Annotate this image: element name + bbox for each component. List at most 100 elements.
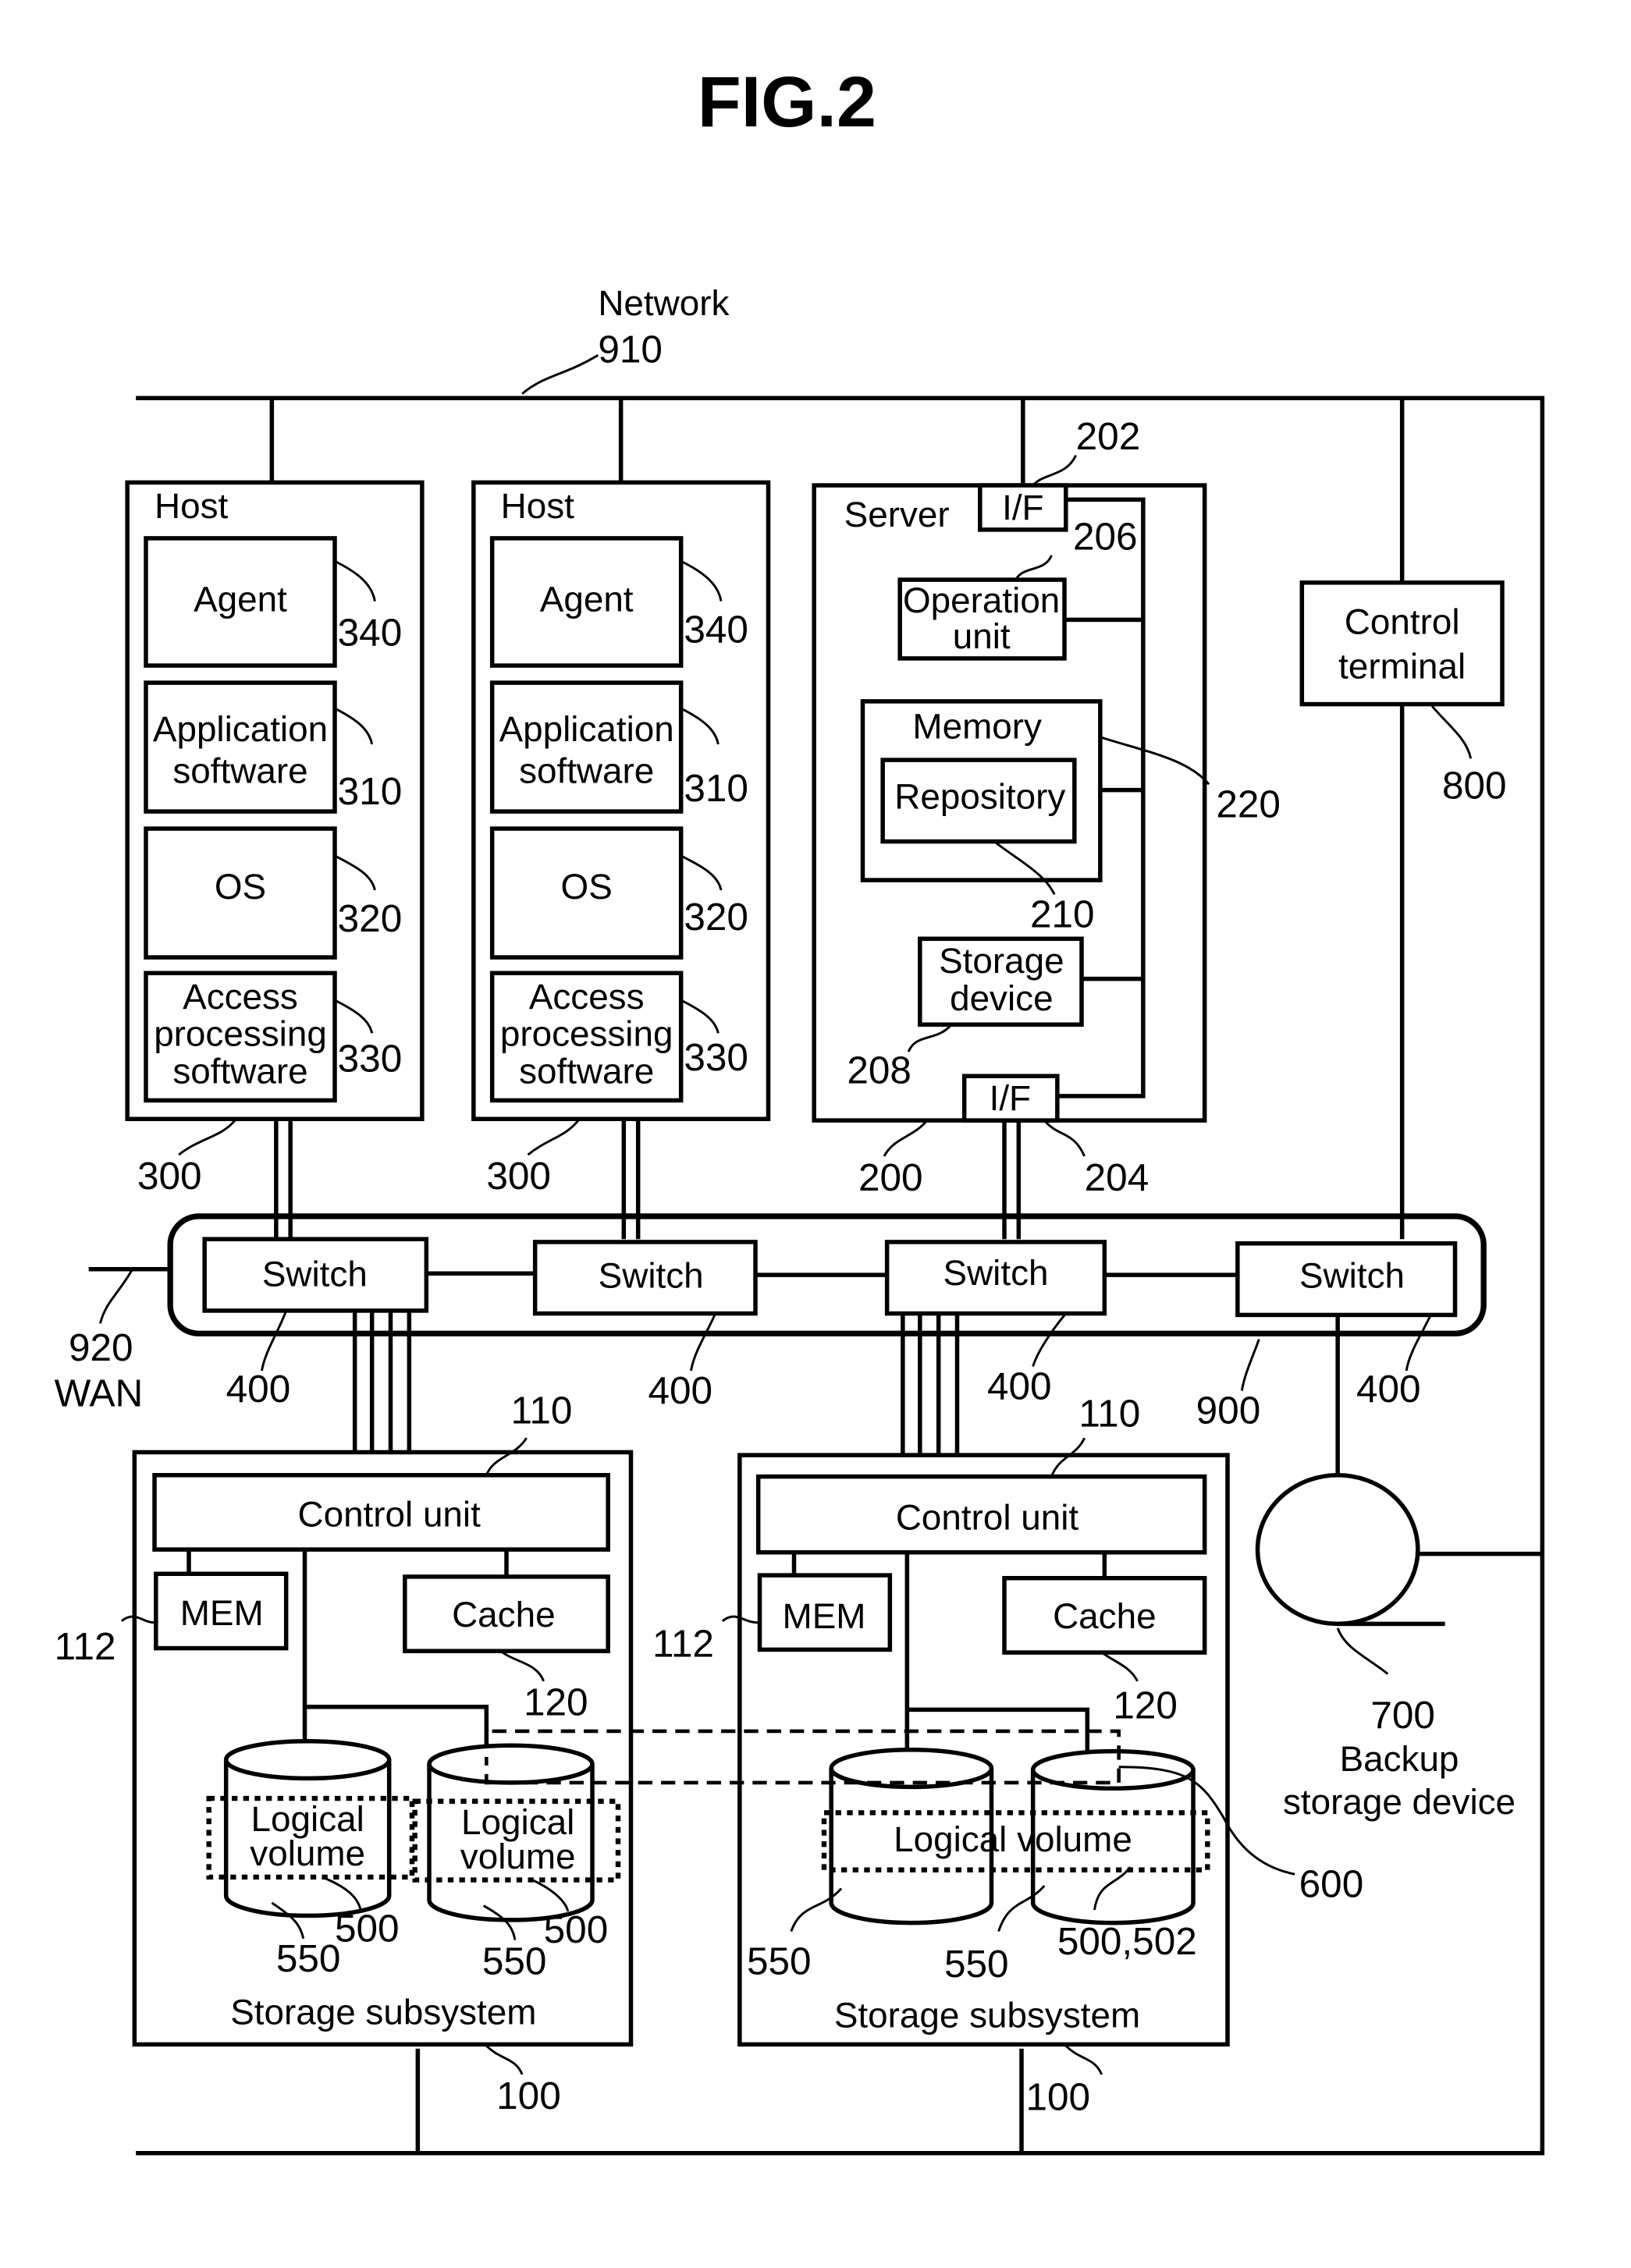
switch-label: Switch [262, 1255, 368, 1294]
host-label: Host [155, 486, 228, 526]
control-unit-label: Control unit [297, 1495, 481, 1535]
control-terminal-line2: terminal [1338, 647, 1466, 687]
access-label-line3: software [519, 1051, 654, 1091]
backup-storage-symbol[interactable] [1255, 1473, 1420, 1627]
ref-200: 200 [858, 1156, 923, 1199]
memory-label: Memory [912, 707, 1042, 747]
app-label-line1: Application [153, 709, 328, 749]
storage-device-line1: Storage [939, 941, 1064, 981]
agent-label: Agent [194, 579, 287, 619]
app-label-line2: software [172, 751, 307, 790]
storage-subsystem-2[interactable]: Control unit 110 MEM 112 Cache 120 Logic… [652, 1392, 1230, 2119]
leader-line [521, 353, 599, 395]
control-unit-label: Control unit [896, 1497, 1079, 1537]
ref-110: 110 [1078, 1392, 1140, 1435]
ref-800: 800 [1442, 765, 1507, 807]
switch-label: Switch [599, 1256, 704, 1296]
ref-550: 550 [276, 1937, 341, 1980]
switch-network-900: 920 WAN Switch Switch Switch Switch 400 … [55, 1213, 1487, 1432]
ref-206: 206 [1073, 516, 1138, 559]
host-1[interactable]: Host Agent Application software OS Acces… [125, 480, 425, 1198]
ref-920: 920 [69, 1326, 133, 1369]
storage-subsystem-label: Storage subsystem [834, 1995, 1140, 2035]
ref-204: 204 [1085, 1156, 1150, 1199]
control-terminal-800[interactable]: Control terminal 800 [1299, 580, 1507, 1240]
ref-112: 112 [55, 1625, 116, 1668]
ref-400: 400 [987, 1365, 1052, 1408]
wan-label: WAN [55, 1372, 144, 1415]
ref-500-502: 500,502 [1057, 1920, 1197, 1963]
access-label-line2: processing [500, 1014, 673, 1054]
if-top-label: I/F [1002, 488, 1043, 527]
storage-subsystem-label: Storage subsystem [230, 1993, 536, 2032]
ref-400: 400 [226, 1368, 291, 1411]
access-label-line3: software [172, 1051, 307, 1091]
ref-400: 400 [648, 1369, 713, 1412]
ref-330: 330 [684, 1036, 748, 1079]
ref-500: 500 [335, 1907, 400, 1950]
storage-device-line2: device [950, 978, 1053, 1018]
ref-340: 340 [338, 611, 403, 654]
logical-volume-label: Logical volume [894, 1819, 1132, 1859]
network-ref: 910 [598, 328, 663, 371]
backup-label-line1: Backup [1340, 1739, 1459, 1779]
server-200[interactable]: Server I/F 202 Operation unit 206 Memory… [812, 415, 1281, 1199]
switch-2[interactable]: Switch [532, 1240, 758, 1316]
ref-320: 320 [684, 896, 748, 939]
switch-1[interactable]: Switch [202, 1237, 429, 1313]
ref-310: 310 [338, 770, 403, 813]
ref-550: 550 [747, 1940, 812, 1983]
control-terminal-line1: Control [1345, 602, 1460, 642]
ref-330: 330 [338, 1038, 403, 1081]
os-label: OS [561, 867, 613, 907]
server-label: Server [844, 495, 950, 534]
ref-550: 550 [482, 1940, 547, 1983]
ref-100: 100 [1026, 2076, 1091, 2119]
logical-volume-line2: volume [250, 1833, 365, 1873]
os-label: OS [215, 867, 266, 907]
host-label: Host [501, 486, 574, 526]
cache-label: Cache [1053, 1596, 1156, 1636]
switch-label: Switch [943, 1253, 1049, 1293]
ref-210: 210 [1030, 893, 1095, 936]
operation-unit-line1: Operation [903, 580, 1060, 620]
access-label-line1: Access [529, 977, 645, 1017]
backup-storage-700[interactable]: 700 Backup storage device [1255, 1473, 1543, 1823]
ref-120: 120 [1113, 1684, 1178, 1727]
access-label-line2: processing [154, 1014, 327, 1054]
if-bottom-label: I/F [990, 1078, 1031, 1118]
operation-unit-line2: unit [953, 616, 1011, 656]
ref-340: 340 [684, 609, 748, 651]
ref-400: 400 [1356, 1368, 1421, 1411]
app-label-line1: Application [499, 709, 674, 749]
agent-label: Agent [540, 579, 634, 619]
cache-label: Cache [452, 1595, 555, 1634]
storage-subsystem-1[interactable]: Control unit 110 MEM 112 Cache 120 Logic… [55, 1390, 634, 2117]
host-2[interactable]: Host Agent Application software OS Acces… [471, 480, 771, 1198]
mem-label: MEM [180, 1593, 264, 1633]
ref-220: 220 [1216, 783, 1281, 825]
ref-900: 900 [1196, 1390, 1261, 1432]
ref-100: 100 [496, 2075, 561, 2117]
ref-202: 202 [1076, 415, 1141, 458]
repository-label: Repository [894, 776, 1065, 816]
app-label-line2: software [519, 751, 654, 790]
ref-208: 208 [847, 1049, 911, 1091]
ref-110: 110 [511, 1390, 573, 1432]
ref-700: 700 [1370, 1694, 1435, 1737]
patent-figure: FIG.2 Network 910 Host Agent Application… [55, 62, 1545, 2156]
ref-120: 120 [524, 1681, 588, 1724]
switch-3[interactable]: Switch [884, 1240, 1107, 1316]
figure-title: FIG.2 [698, 62, 876, 142]
mem-label: MEM [783, 1596, 866, 1636]
switch-label: Switch [1299, 1256, 1405, 1296]
logical-volume-line2: volume [460, 1837, 576, 1876]
ref-600: 600 [1299, 1863, 1364, 1906]
ref-320: 320 [338, 897, 403, 940]
backup-label-line2: storage device [1283, 1782, 1516, 1822]
switch-4[interactable]: Switch [1235, 1241, 1458, 1318]
ref-112: 112 [652, 1623, 714, 1666]
access-label-line1: Access [183, 977, 298, 1017]
network-label: Network [598, 283, 729, 323]
ref-310: 310 [684, 767, 748, 810]
